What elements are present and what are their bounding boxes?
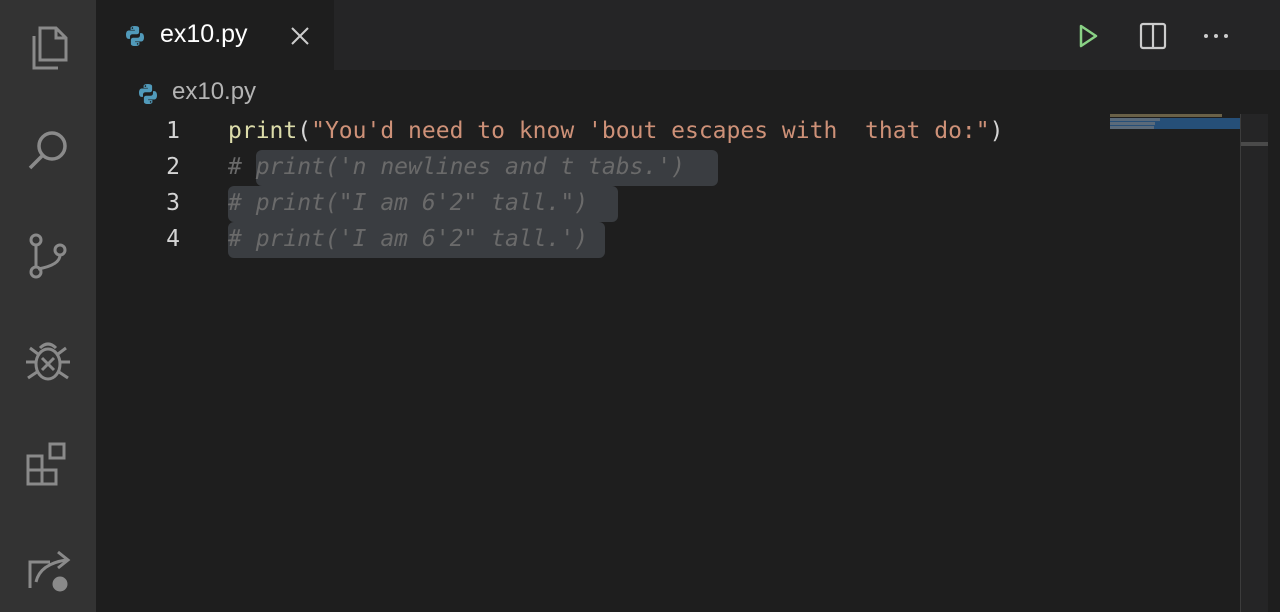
code-text: # print('n newlines and t tabs.') (228, 154, 685, 180)
code-editor[interactable]: 1 print("You'd need to know 'bout escape… (96, 114, 1106, 612)
tab-ex10-py[interactable]: ex10.py (96, 0, 335, 70)
editor-edge (1268, 70, 1280, 612)
search-icon[interactable] (20, 122, 76, 178)
code-token-punctuation: ) (989, 118, 1004, 144)
code-text: print("You'd need to know 'bout escapes … (228, 118, 1003, 144)
more-actions-button[interactable] (1200, 20, 1232, 52)
comment-marker: # (228, 190, 256, 216)
explorer-icon[interactable] (20, 20, 76, 76)
scrollbar-thumb[interactable] (1241, 142, 1269, 146)
code-line[interactable]: 3 # print("I am 6'2" tall.") (96, 186, 1106, 222)
line-number: 4 (166, 226, 180, 252)
python-file-icon (139, 84, 157, 104)
code-comment: print("I am 6'2" tall.") (255, 190, 589, 216)
minimap[interactable] (1106, 114, 1240, 612)
activity-bar (0, 0, 96, 612)
code-text: # print("I am 6'2" tall.") (228, 190, 588, 216)
breadcrumb-file[interactable]: ex10.py (172, 78, 256, 106)
play-icon (1079, 24, 1098, 48)
code-line[interactable]: 4 # print('I am 6'2" tall.') (96, 222, 1106, 258)
split-editor-button[interactable] (1137, 20, 1169, 52)
code-token-punctuation: ( (297, 118, 312, 144)
extensions-icon[interactable] (20, 436, 76, 492)
remote-explorer-icon[interactable] (20, 540, 76, 596)
vertical-scrollbar[interactable] (1240, 114, 1269, 612)
code-token-function: print (228, 118, 298, 144)
code-token-string: "You'd need to know 'bout escapes with t… (311, 118, 990, 144)
split-editor-icon (1139, 22, 1167, 50)
breadcrumb: ex10.py (96, 70, 1240, 114)
python-file-icon (126, 26, 144, 46)
tab-label: ex10.py (160, 20, 248, 48)
run-python-file-button[interactable] (1072, 20, 1104, 52)
code-comment: print('n newlines and t tabs.') (255, 154, 685, 180)
close-icon[interactable] (288, 24, 312, 48)
comment-marker: # (228, 154, 256, 180)
code-line[interactable]: 2 # print('n newlines and t tabs.') (96, 150, 1106, 186)
line-number: 3 (166, 190, 180, 216)
run-debug-icon[interactable] (20, 332, 76, 388)
source-control-icon[interactable] (20, 228, 76, 284)
line-number: 2 (166, 154, 180, 180)
code-comment: print('I am 6'2" tall.') (255, 226, 589, 252)
minimap-preview (1110, 114, 1240, 129)
code-line[interactable]: 1 print("You'd need to know 'bout escape… (96, 114, 1106, 150)
more-actions-icon (1204, 34, 1228, 38)
tab-strip: ex10.py (96, 0, 1280, 70)
comment-marker: # (228, 226, 256, 252)
code-text: # print('I am 6'2" tall.') (228, 226, 588, 252)
line-number: 1 (166, 118, 180, 144)
